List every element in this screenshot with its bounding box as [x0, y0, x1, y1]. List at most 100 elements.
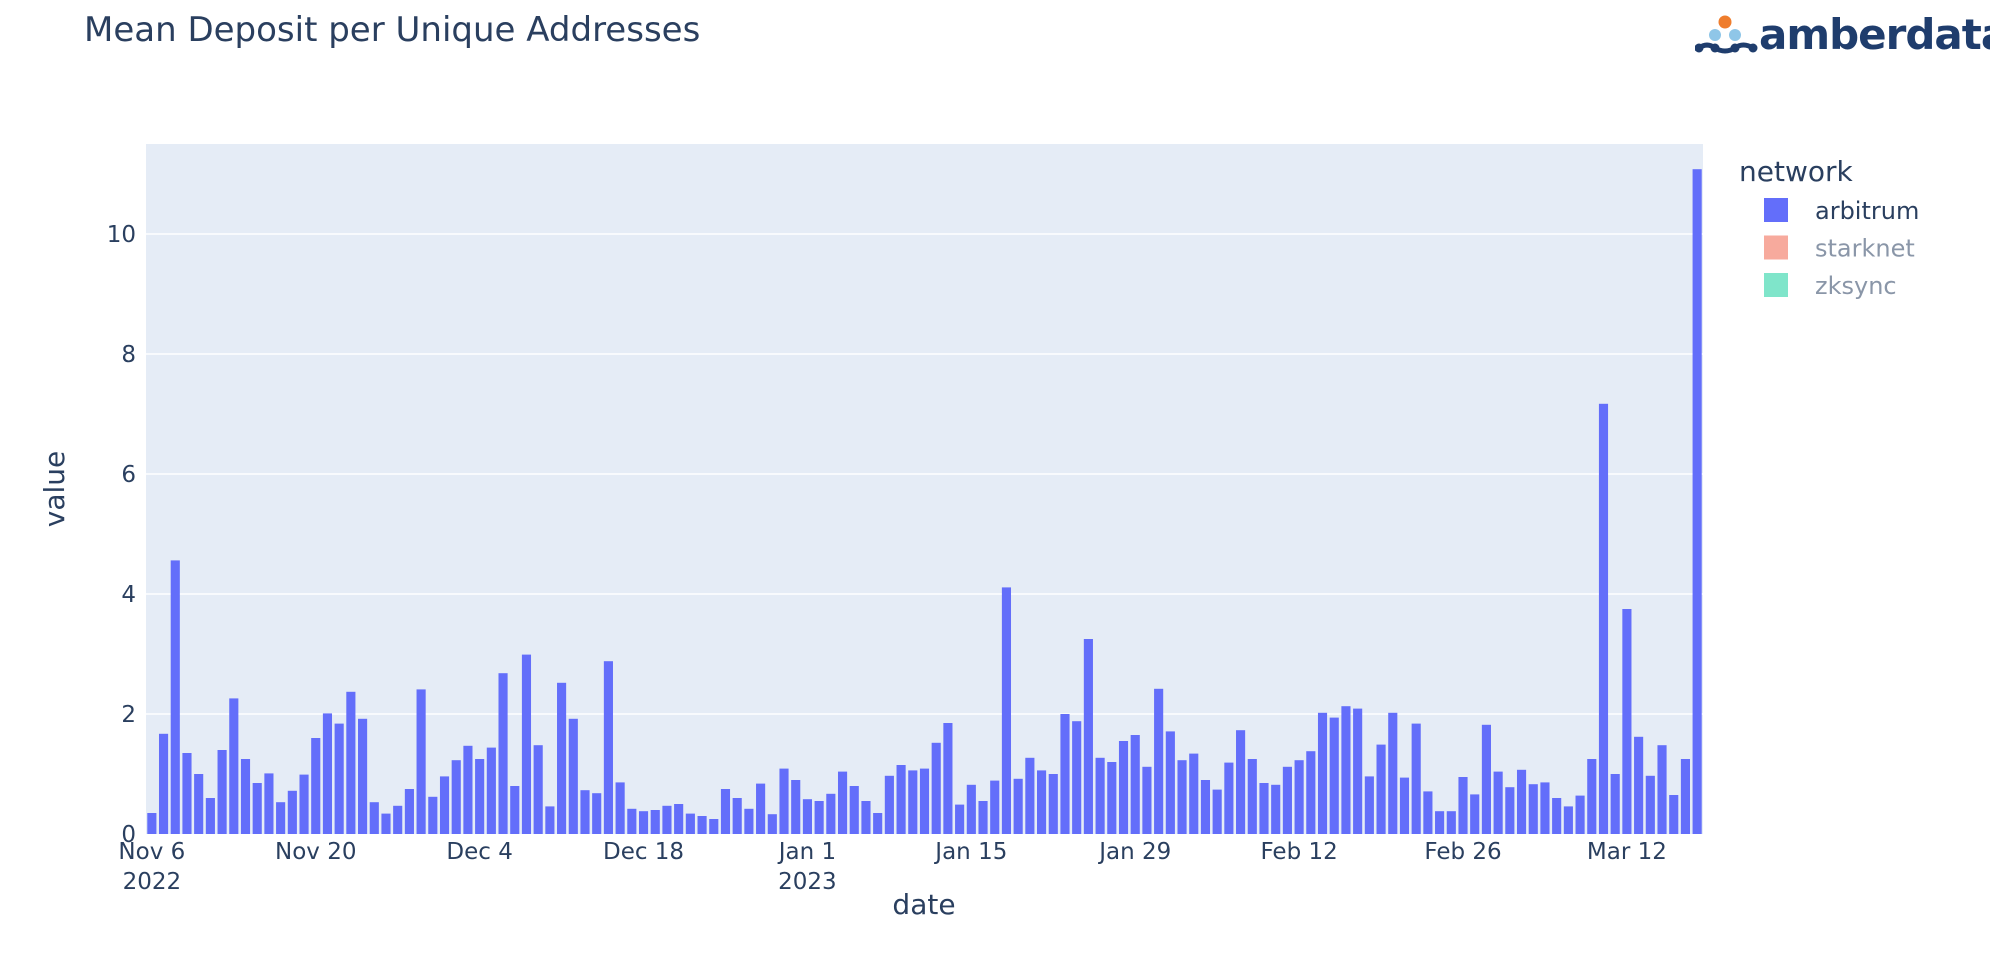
bar[interactable]	[767, 814, 777, 834]
bar[interactable]	[1680, 759, 1690, 834]
legend-swatch-starknet[interactable]	[1764, 235, 1788, 260]
bar[interactable]	[814, 801, 824, 834]
bar[interactable]	[873, 813, 883, 834]
bar[interactable]	[709, 819, 719, 834]
bar[interactable]	[1376, 744, 1386, 834]
bar[interactable]	[1423, 791, 1433, 834]
bar[interactable]	[533, 745, 543, 834]
legend-swatch-arbitrum[interactable]	[1764, 198, 1788, 222]
bar[interactable]	[358, 718, 368, 834]
bar[interactable]	[638, 811, 649, 834]
bar[interactable]	[1540, 782, 1550, 834]
bar[interactable]	[311, 738, 321, 834]
bar[interactable]	[1634, 736, 1644, 834]
bar[interactable]	[404, 789, 414, 834]
bar[interactable]	[1516, 769, 1527, 834]
bar[interactable]	[276, 802, 286, 834]
bar[interactable]	[791, 780, 801, 834]
legend-label-arbitrum[interactable]: arbitrum	[1815, 197, 1919, 225]
bar[interactable]	[428, 796, 438, 834]
bar[interactable]	[416, 689, 426, 834]
bar[interactable]	[205, 798, 215, 834]
bar[interactable]	[557, 682, 567, 834]
bar[interactable]	[1107, 762, 1117, 834]
bar[interactable]	[697, 816, 707, 834]
bar[interactable]	[217, 750, 227, 834]
bar[interactable]	[475, 759, 485, 834]
bar[interactable]	[1130, 735, 1140, 834]
bar[interactable]	[896, 765, 906, 834]
legend-label-zksync[interactable]: zksync	[1815, 272, 1897, 300]
bar[interactable]	[943, 723, 953, 834]
bar[interactable]	[1411, 723, 1421, 834]
bar[interactable]	[182, 753, 192, 834]
bar[interactable]	[826, 793, 836, 834]
bar[interactable]	[756, 783, 766, 834]
bar[interactable]	[685, 813, 695, 834]
bar[interactable]	[381, 813, 391, 834]
bar[interactable]	[978, 801, 988, 834]
bar[interactable]	[744, 808, 754, 834]
bar[interactable]	[1282, 766, 1292, 834]
bar[interactable]	[369, 802, 379, 834]
bar[interactable]	[170, 560, 180, 834]
bar[interactable]	[580, 790, 590, 834]
bar[interactable]	[1177, 760, 1187, 834]
bar[interactable]	[334, 723, 344, 834]
bar[interactable]	[966, 784, 976, 834]
bar[interactable]	[1505, 787, 1515, 834]
bar[interactable]	[498, 673, 508, 834]
bar[interactable]	[849, 786, 859, 834]
bar[interactable]	[486, 747, 496, 834]
bar[interactable]	[1001, 587, 1012, 834]
bar[interactable]	[802, 799, 812, 834]
bar[interactable]	[1399, 777, 1410, 834]
bar[interactable]	[1118, 741, 1129, 834]
bar[interactable]	[990, 780, 1000, 834]
bar[interactable]	[592, 793, 602, 834]
bar[interactable]	[732, 798, 742, 834]
bar[interactable]	[1212, 789, 1222, 834]
bar[interactable]	[884, 775, 894, 834]
bar[interactable]	[194, 774, 204, 834]
bar[interactable]	[674, 804, 684, 834]
bar[interactable]	[1095, 757, 1105, 834]
bar[interactable]	[1025, 757, 1035, 834]
bar[interactable]	[1271, 784, 1281, 834]
bar[interactable]	[287, 790, 297, 834]
bar[interactable]	[1692, 169, 1702, 834]
bar[interactable]	[439, 776, 450, 834]
bar[interactable]	[919, 768, 930, 834]
bar[interactable]	[1657, 745, 1667, 834]
bar[interactable]	[720, 789, 731, 834]
legend-label-starknet[interactable]: starknet	[1815, 235, 1915, 263]
bar[interactable]	[393, 805, 403, 834]
bar[interactable]	[545, 806, 555, 834]
bar[interactable]	[1060, 714, 1070, 834]
bar[interactable]	[240, 759, 251, 834]
bar[interactable]	[650, 810, 660, 834]
bar[interactable]	[510, 786, 520, 834]
bar[interactable]	[1224, 762, 1234, 834]
bar[interactable]	[1259, 783, 1269, 834]
bar[interactable]	[1329, 717, 1339, 834]
bar[interactable]	[299, 774, 309, 834]
bar[interactable]	[147, 813, 157, 834]
bar[interactable]	[1446, 811, 1456, 834]
bar[interactable]	[1493, 771, 1503, 834]
bar[interactable]	[779, 768, 789, 834]
bar[interactable]	[264, 773, 274, 834]
bar[interactable]	[1189, 753, 1199, 834]
bar[interactable]	[1353, 708, 1363, 834]
bar[interactable]	[908, 770, 918, 834]
bar[interactable]	[1587, 759, 1597, 834]
bar[interactable]	[837, 771, 848, 834]
bar[interactable]	[1317, 712, 1328, 834]
bar[interactable]	[1563, 806, 1573, 834]
bar[interactable]	[229, 698, 239, 834]
bar[interactable]	[1528, 784, 1538, 834]
bar[interactable]	[1341, 706, 1351, 834]
legend-swatch-zksync[interactable]	[1764, 273, 1788, 297]
bar[interactable]	[662, 805, 672, 834]
bar[interactable]	[1236, 730, 1246, 834]
